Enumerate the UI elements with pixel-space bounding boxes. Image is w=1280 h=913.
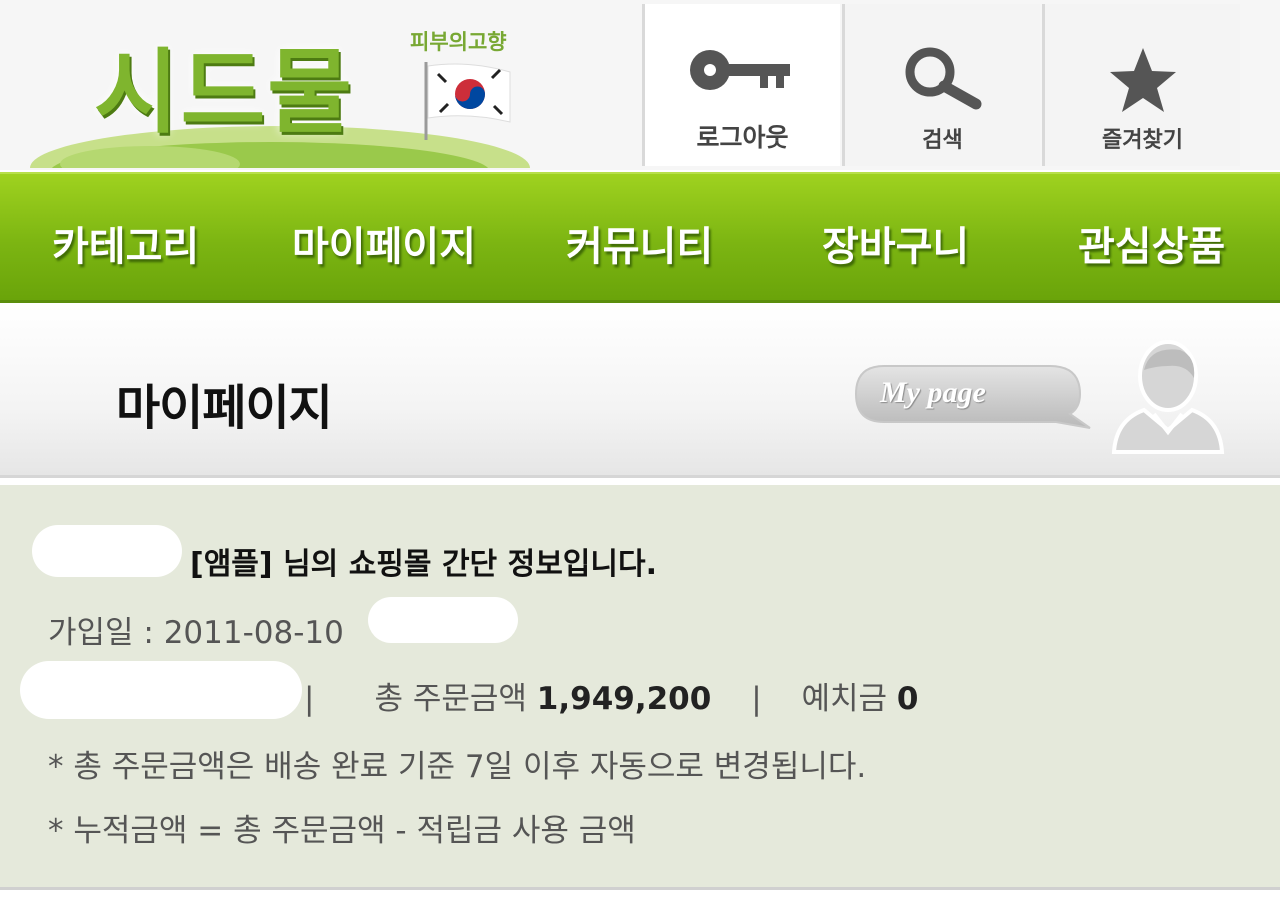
join-date: 가입일 : 2011-08-10 <box>48 615 344 651</box>
header: 시드물 피부의고향 로그아웃 검색 즐겨찾기 <box>0 0 1280 170</box>
logout-label: 로그아웃 <box>696 123 789 152</box>
greeting-text: [앰플] 님의 쇼핑몰 간단 정보입니다. <box>190 547 657 582</box>
bookmark-button[interactable]: 즐겨찾기 <box>1042 4 1240 166</box>
main-nav: 카테고리 마이페이지 커뮤니티 장바구니 관심상품 <box>0 172 1280 303</box>
note-auto-update: * 총 주문금액은 배송 완료 기준 7일 이후 자동으로 변경됩니다. <box>48 749 867 785</box>
logo[interactable]: 시드물 피부의고향 <box>30 6 540 168</box>
nav-item-category[interactable]: 카테고리 <box>52 214 199 272</box>
page-title: 마이페이지 <box>116 380 333 436</box>
logo-subtitle: 피부의고향 <box>410 30 507 54</box>
logo-text: 시드물 <box>94 39 354 146</box>
search-icon <box>905 47 981 110</box>
bookmark-label: 즐겨찾기 <box>1102 128 1183 153</box>
page-header-bar: 마이페이지 My page <box>0 306 1280 478</box>
separator: | <box>751 681 762 717</box>
separator: | <box>304 681 315 717</box>
total-order-label: 총 주문금액 <box>374 681 527 717</box>
deposit-value: 0 <box>896 681 919 717</box>
search-label: 검색 <box>922 128 963 153</box>
star-icon <box>1109 48 1176 112</box>
key-icon <box>689 50 790 90</box>
redacted-accumulated <box>20 661 302 719</box>
nav-item-community[interactable]: 커뮤니티 <box>566 214 713 272</box>
korean-flag-icon <box>424 62 511 140</box>
deposit-label: 예치금 <box>801 681 888 717</box>
redacted-name <box>32 525 182 577</box>
nav-item-wishlist[interactable]: 관심상품 <box>1078 214 1225 272</box>
my-page-badge: My page <box>880 376 986 409</box>
logout-button[interactable]: 로그아웃 <box>642 4 840 166</box>
nav-item-cart[interactable]: 장바구니 <box>822 214 969 272</box>
redacted-join-time <box>368 597 518 643</box>
nav-item-mypage[interactable]: 마이페이지 <box>292 214 476 272</box>
member-info-panel: [앰플] 님의 쇼핑몰 간단 정보입니다. 가입일 : 2011-08-10 |… <box>0 485 1280 890</box>
note-accumulated-formula: * 누적금액 = 총 주문금액 - 적립금 사용 금액 <box>48 813 636 849</box>
search-button[interactable]: 검색 <box>842 4 1040 166</box>
user-icon <box>1111 340 1225 454</box>
order-summary: | 총 주문금액 1,949,200 | 예치금 0 <box>304 673 919 718</box>
total-order-value: 1,949,200 <box>536 681 712 717</box>
